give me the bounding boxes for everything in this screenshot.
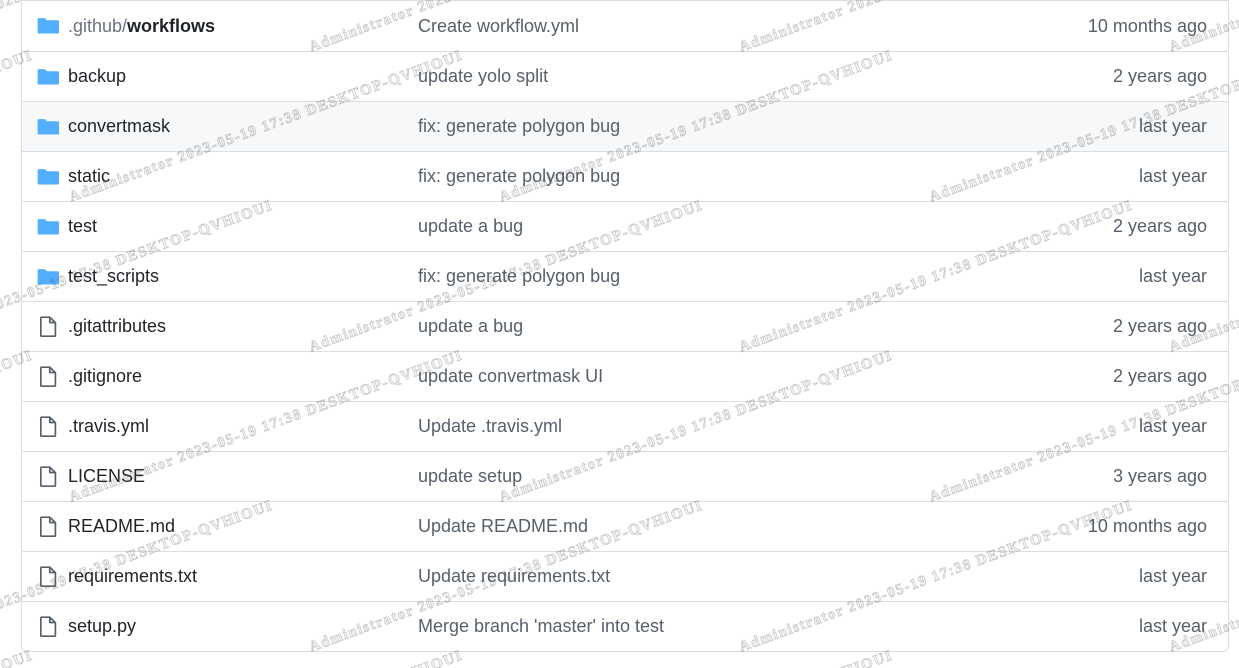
- table-row[interactable]: .gitignore update convertmask UI 2 years a…: [22, 351, 1228, 401]
- commit-age: last year: [1138, 566, 1207, 586]
- table-row[interactable]: setup.py Merge branch 'master' into test l…: [22, 601, 1228, 651]
- file-name-link[interactable]: .gitattributes: [68, 316, 418, 337]
- commit-message-link[interactable]: fix: generate polygon bug: [418, 266, 988, 287]
- folder-icon-cell: [22, 17, 68, 35]
- file-icon-cell: [22, 466, 68, 487]
- folder-icon-cell: [22, 218, 68, 236]
- table-row[interactable]: LICENSE update setup 3 years ago: [22, 451, 1228, 501]
- file-name-link[interactable]: backup: [68, 66, 418, 87]
- commit-message-link[interactable]: update a bug: [418, 216, 988, 237]
- file-name-link[interactable]: .github/workflows: [68, 16, 418, 37]
- table-row[interactable]: requirements.txt Update requirements.txt l…: [22, 551, 1228, 601]
- commit-message-link[interactable]: update setup: [418, 466, 988, 487]
- commit-message-link[interactable]: update convertmask UI: [418, 366, 988, 387]
- file-name-link[interactable]: test: [68, 216, 418, 237]
- file-table-body: .github/workflows Create workflow.yml 10 m…: [22, 1, 1228, 651]
- table-row[interactable]: convertmask fix: generate polygon bug last…: [22, 101, 1228, 151]
- commit-message-link[interactable]: Merge branch 'master' into test: [418, 616, 988, 637]
- file-name-link[interactable]: LICENSE: [68, 466, 418, 487]
- file-name-link[interactable]: static: [68, 166, 418, 187]
- repository-file-browser: .github/workflows Create workflow.yml 10 m…: [0, 0, 1239, 668]
- folder-icon: [37, 17, 59, 35]
- commit-age: 2 years ago: [1112, 216, 1207, 236]
- commit-message-link[interactable]: Update .travis.yml: [418, 416, 988, 437]
- file-name-link[interactable]: convertmask: [68, 116, 418, 137]
- file-icon-cell: [22, 516, 68, 537]
- folder-icon: [37, 168, 59, 186]
- table-row[interactable]: test update a bug 2 years ago: [22, 201, 1228, 251]
- file-name-link[interactable]: requirements.txt: [68, 566, 418, 587]
- table-row[interactable]: README.md Update README.md 10 months ago: [22, 501, 1228, 551]
- commit-age: 2 years ago: [1112, 66, 1207, 86]
- commit-message-link[interactable]: Update requirements.txt: [418, 566, 988, 587]
- folder-icon: [37, 68, 59, 86]
- file-icon-cell: [22, 566, 68, 587]
- file-icon: [39, 366, 57, 387]
- folder-icon: [37, 118, 59, 136]
- commit-age: last year: [1138, 616, 1207, 636]
- file-name-link[interactable]: .travis.yml: [68, 416, 418, 437]
- file-name-prefix: .github/: [68, 15, 128, 36]
- file-icon-cell: [22, 366, 68, 387]
- file-icon-cell: [22, 316, 68, 337]
- file-name-link[interactable]: .gitignore: [68, 366, 418, 387]
- table-row[interactable]: backup update yolo split 2 years ago: [22, 51, 1228, 101]
- commit-message-link[interactable]: fix: generate polygon bug: [418, 166, 988, 187]
- commit-message-link[interactable]: fix: generate polygon bug: [418, 116, 988, 137]
- file-icon: [39, 316, 57, 337]
- file-name-suffix: workflows: [127, 15, 216, 36]
- file-name-link[interactable]: test_scripts: [68, 266, 418, 287]
- file-icon: [39, 466, 57, 487]
- file-icon-cell: [22, 616, 68, 637]
- file-icon: [39, 416, 57, 437]
- commit-message-link[interactable]: update a bug: [418, 316, 988, 337]
- commit-age: 10 months ago: [1087, 15, 1207, 36]
- folder-icon-cell: [22, 268, 68, 286]
- commit-message-link[interactable]: update yolo split: [418, 66, 988, 87]
- folder-icon-cell: [22, 68, 68, 86]
- folder-icon-cell: [22, 118, 68, 136]
- folder-icon: [37, 268, 59, 286]
- table-row[interactable]: test_scripts fix: generate polygon bug las…: [22, 251, 1228, 301]
- file-icon: [39, 566, 57, 587]
- commit-age: last year: [1138, 166, 1207, 186]
- file-table: .github/workflows Create workflow.yml 10 m…: [21, 0, 1229, 652]
- commit-message-link[interactable]: Create workflow.yml: [418, 16, 988, 37]
- commit-age: last year: [1138, 416, 1207, 436]
- folder-icon-cell: [22, 168, 68, 186]
- table-row[interactable]: .gitattributes update a bug 2 years ago: [22, 301, 1228, 351]
- file-name-link[interactable]: README.md: [68, 516, 418, 537]
- commit-message-link[interactable]: Update README.md: [418, 516, 988, 537]
- commit-age: 10 months ago: [1087, 516, 1207, 536]
- commit-age: 2 years ago: [1112, 316, 1207, 336]
- folder-icon: [37, 218, 59, 236]
- file-icon-cell: [22, 416, 68, 437]
- table-row[interactable]: .travis.yml Update .travis.yml last year: [22, 401, 1228, 451]
- commit-age: last year: [1138, 266, 1207, 286]
- commit-age: last year: [1138, 116, 1207, 136]
- commit-age: 2 years ago: [1112, 366, 1207, 386]
- file-icon: [39, 516, 57, 537]
- table-row[interactable]: .github/workflows Create workflow.yml 10 m…: [22, 1, 1228, 51]
- file-icon: [39, 616, 57, 637]
- file-name-link[interactable]: setup.py: [68, 616, 418, 637]
- commit-age: 3 years ago: [1112, 466, 1207, 486]
- table-row[interactable]: static fix: generate polygon bug last year: [22, 151, 1228, 201]
